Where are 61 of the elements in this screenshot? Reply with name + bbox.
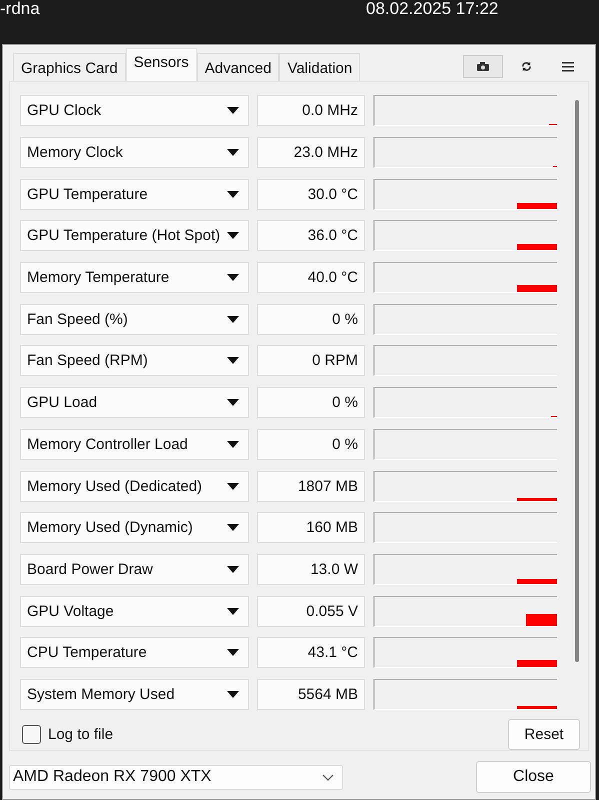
sensor-dropdown[interactable]: GPU Temperature (Hot Spot)	[20, 220, 249, 252]
sensor-dropdown[interactable]: GPU Clock	[20, 95, 249, 126]
caret-icon	[227, 190, 239, 198]
caret-icon	[227, 399, 239, 406]
tab[interactable]: Graphics Card	[13, 53, 126, 81]
sensor-dropdown[interactable]: Memory Used (Dedicated)	[20, 470, 249, 502]
close-button[interactable]: Close	[476, 761, 591, 794]
sensor-dropdown[interactable]: Memory Controller Load	[20, 428, 249, 460]
camera-icon	[477, 62, 489, 71]
sensor-value: 40.0 °C	[257, 262, 365, 294]
sensor-value: 1807 MB	[257, 470, 365, 502]
sensor-value: 0.055 V	[257, 596, 365, 627]
tab[interactable]: Advanced	[196, 53, 280, 81]
sensor-value: 13.0 W	[257, 554, 365, 585]
caret-icon	[227, 690, 239, 698]
sensor-value: 23.0 MHz	[257, 137, 365, 168]
tab[interactable]: Validation	[279, 53, 360, 81]
sensor-dropdown[interactable]: Memory Temperature	[20, 262, 249, 294]
caret-icon	[227, 149, 239, 156]
sensor-dropdown[interactable]: GPU Voltage	[20, 596, 249, 627]
checkbox-label: Log to file	[48, 726, 114, 744]
sensor-dropdown[interactable]: Board Power Draw	[20, 554, 249, 585]
sensor-dropdown[interactable]: GPU Temperature	[20, 178, 249, 210]
sensor-dropdown[interactable]: Memory Clock	[20, 137, 249, 168]
sensor-dropdown[interactable]: Fan Speed (%)	[20, 304, 249, 335]
sensor-value: 43.1 °C	[257, 637, 365, 668]
caret-icon	[227, 608, 239, 615]
sensor-value: 0 %	[257, 304, 365, 335]
reset-button[interactable]: Reset	[508, 719, 580, 750]
sensor-value: 30.0 °C	[257, 178, 365, 210]
caret-icon	[227, 357, 239, 364]
caret-icon	[227, 232, 239, 240]
sensor-value: 0 %	[257, 387, 365, 418]
gpu-select[interactable]: AMD Radeon RX 7900 XTX	[9, 764, 343, 790]
sensor-value: 0 RPM	[257, 345, 365, 376]
sensor-value: 0 %	[257, 428, 365, 460]
caret-icon	[227, 524, 239, 532]
caret-icon	[227, 316, 239, 323]
caret-icon	[227, 440, 239, 448]
caret-icon	[227, 274, 239, 282]
file-date: 08.02.2025 17:22	[366, 0, 498, 17]
sensor-value: 5564 MB	[257, 678, 365, 710]
refresh-icon	[520, 61, 532, 72]
file-name: -rdna	[0, 0, 40, 17]
caret-icon	[227, 566, 239, 573]
log-checkbox[interactable]	[22, 725, 41, 744]
sensor-dropdown[interactable]: Fan Speed (RPM)	[20, 345, 249, 376]
screenshot-button[interactable]	[463, 55, 503, 78]
caret-icon	[227, 482, 239, 490]
sensor-dropdown[interactable]: CPU Temperature	[20, 637, 249, 668]
menu-icon	[562, 62, 574, 72]
caret-icon	[227, 107, 239, 114]
sensor-dropdown[interactable]: GPU Load	[20, 387, 249, 418]
sensor-value: 160 MB	[257, 512, 365, 544]
sensor-value: 36.0 °C	[257, 220, 365, 252]
tab[interactable]: Sensors	[126, 48, 197, 81]
chevron-icon	[322, 774, 334, 781]
sensor-dropdown[interactable]: Memory Used (Dynamic)	[20, 512, 249, 544]
caret-icon	[227, 649, 239, 656]
sensor-value: 0.0 MHz	[257, 95, 365, 126]
sensor-dropdown[interactable]: System Memory Used	[20, 678, 249, 710]
